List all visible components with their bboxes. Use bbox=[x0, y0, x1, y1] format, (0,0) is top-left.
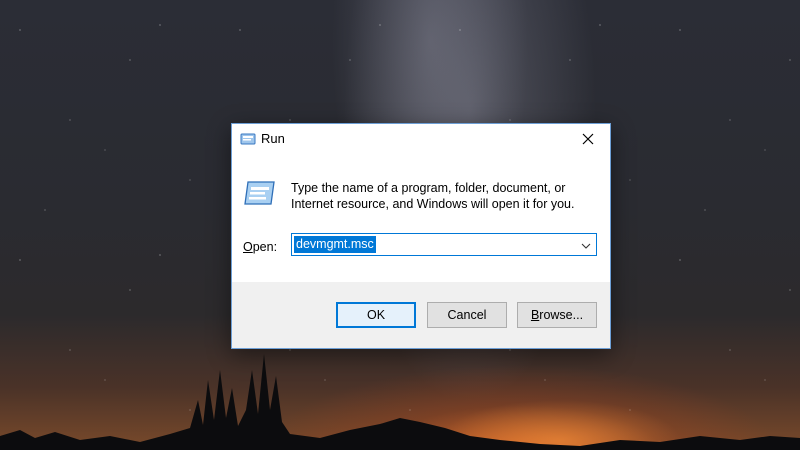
desktop-wallpaper: Run Type the name of a program, folder, … bbox=[0, 0, 800, 450]
instruction-line-1: Type the name of a program, folder, docu… bbox=[291, 181, 566, 195]
open-label-text: pen: bbox=[252, 240, 278, 254]
close-icon bbox=[582, 133, 594, 145]
open-combobox[interactable]: devmgmt.msc bbox=[291, 233, 597, 256]
button-bar: OK Cancel Browse... bbox=[232, 282, 610, 348]
browse-label: rowse... bbox=[539, 308, 584, 322]
instruction-line-2: Internet resource, and Windows will open… bbox=[291, 197, 575, 211]
run-icon bbox=[240, 132, 256, 146]
browse-mnemonic: B bbox=[530, 308, 540, 322]
close-button[interactable] bbox=[566, 124, 610, 154]
instruction-text: Type the name of a program, folder, docu… bbox=[291, 180, 601, 212]
run-program-icon bbox=[243, 179, 277, 207]
open-label-mnemonic: O bbox=[243, 240, 253, 254]
window-title: Run bbox=[261, 131, 285, 146]
chevron-down-icon bbox=[581, 236, 591, 254]
ok-button[interactable]: OK bbox=[336, 302, 416, 328]
tree-silhouette bbox=[0, 354, 800, 450]
open-input[interactable]: devmgmt.msc bbox=[294, 236, 376, 253]
browse-button[interactable]: Browse... bbox=[517, 302, 597, 328]
run-dialog: Run Type the name of a program, folder, … bbox=[231, 123, 611, 349]
cancel-button[interactable]: Cancel bbox=[427, 302, 507, 328]
title-bar[interactable]: Run bbox=[232, 124, 610, 154]
open-label: Open: bbox=[243, 240, 277, 254]
dropdown-button[interactable] bbox=[576, 234, 596, 255]
